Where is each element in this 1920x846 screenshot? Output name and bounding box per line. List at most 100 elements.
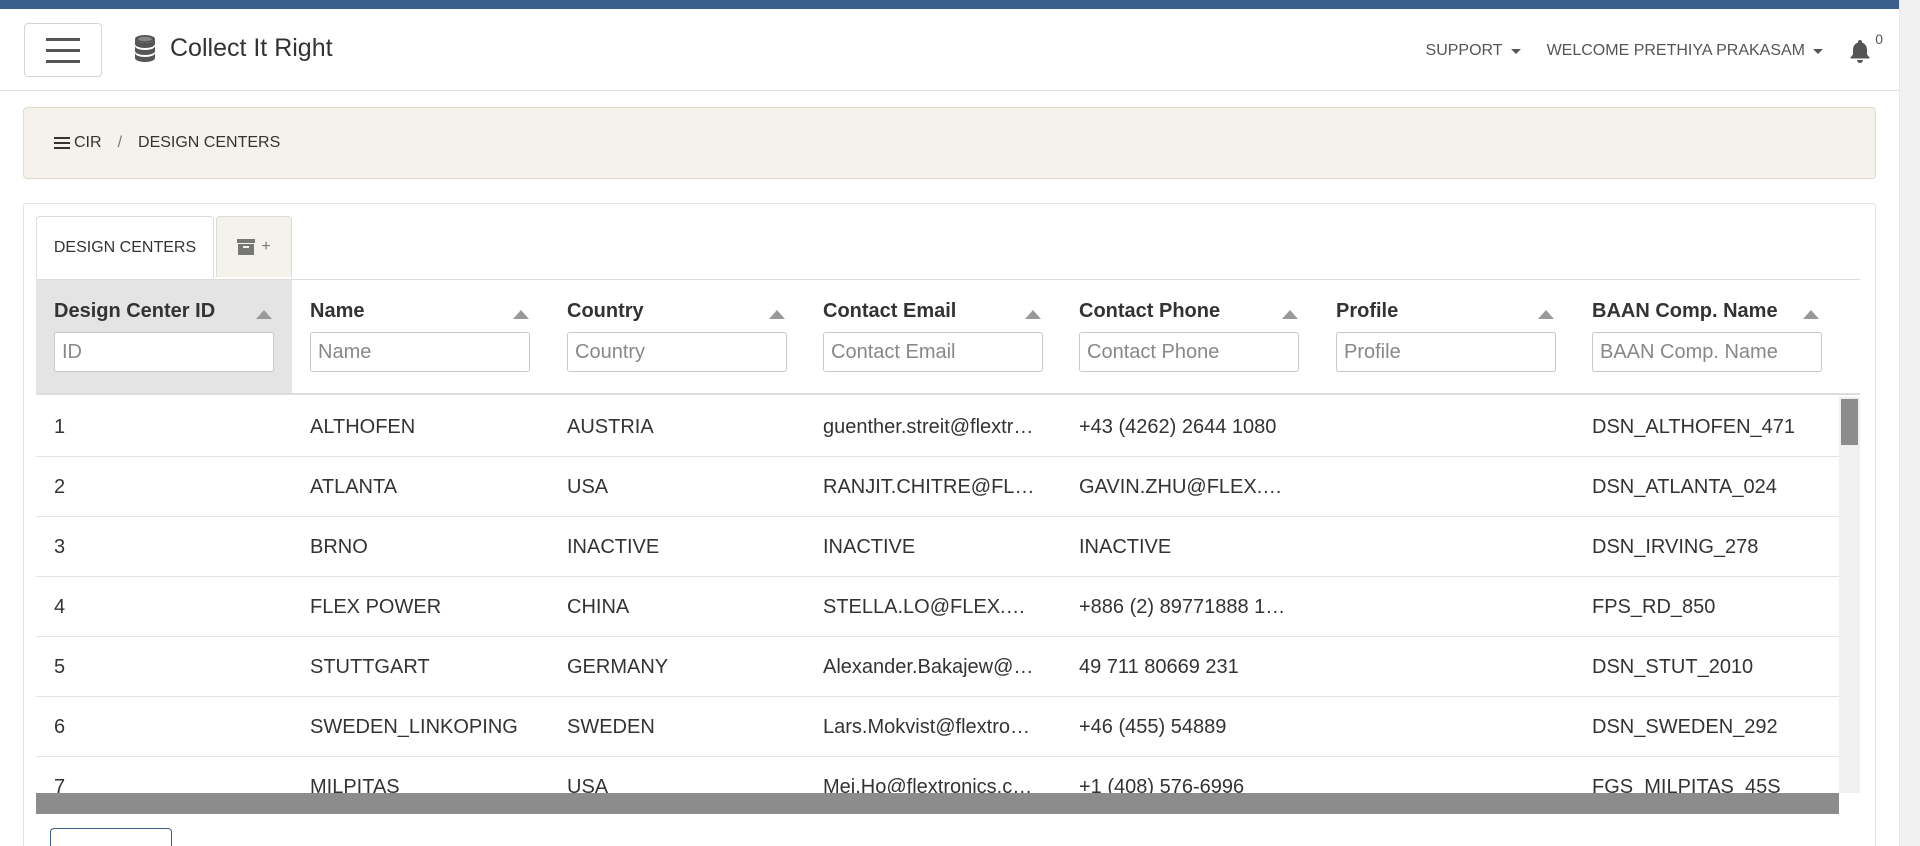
footer-action-button[interactable] [50, 828, 172, 846]
welcome-label: WELCOME PRETHIYA PRAKASAM [1546, 42, 1805, 59]
cell-id: 1 [54, 416, 66, 438]
column-header-email[interactable]: Contact Email [805, 280, 1061, 393]
grid-horizontal-scrollbar[interactable] [36, 793, 1839, 814]
top-accent-strip [0, 0, 1899, 9]
caret-down-icon [1813, 48, 1823, 54]
filter-id-input[interactable] [54, 332, 274, 372]
tab-design-centers[interactable]: DESIGN CENTERS [36, 216, 214, 278]
column-header-country[interactable]: Country [549, 280, 805, 393]
cell-baan: DSN_SWEDEN_292 [1592, 716, 1778, 738]
notification-count: 0 [1875, 31, 1883, 47]
filter-country-input[interactable] [567, 332, 787, 372]
filter-baan-input[interactable] [1592, 332, 1822, 372]
cell-baan: DSN_IRVING_278 [1592, 536, 1759, 558]
table-row[interactable]: 7 MILPITAS USA Mei.Ho@flextronics.c… +1 … [36, 757, 1839, 793]
cell-name: ATLANTA [310, 476, 398, 498]
column-label: Contact Phone [1079, 300, 1221, 322]
cell-baan: FPS_RD_850 [1592, 596, 1716, 618]
page-vertical-scrollbar[interactable] [1899, 0, 1920, 846]
brand-link[interactable]: Collect It Right [132, 33, 333, 63]
cell-baan: DSN_STUT_2010 [1592, 656, 1754, 678]
cell-phone: INACTIVE [1079, 536, 1172, 558]
menu-toggle-button[interactable] [24, 23, 102, 77]
coins-stack-icon [135, 35, 155, 62]
column-header-profile[interactable]: Profile [1318, 280, 1574, 393]
cell-name: SWEDEN_LINKOPING [310, 716, 518, 738]
column-label: Profile [1336, 300, 1399, 322]
table-row[interactable]: 1 ALTHOFEN AUSTRIA guenther.streit@flext… [36, 397, 1839, 457]
cell-profile [1318, 697, 1574, 757]
caret-down-icon [1510, 48, 1521, 54]
column-label: BAAN Comp. Name [1592, 300, 1778, 322]
column-header-baan[interactable]: BAAN Comp. Name [1574, 280, 1839, 393]
column-header-name[interactable]: Name [292, 280, 549, 393]
cell-name: ALTHOFEN [310, 416, 416, 438]
cell-email: STELLA.LO@FLEX.CO… [823, 596, 1040, 618]
sort-asc-icon[interactable] [513, 310, 529, 319]
grid-header-row: Design Center ID Name Country Contact Em… [36, 280, 1860, 395]
support-dropdown[interactable]: SUPPORT [1426, 42, 1521, 60]
breadcrumb-home-link[interactable]: CIR [54, 134, 102, 152]
table-row[interactable]: 3 BRNO INACTIVE INACTIVE INACTIVE DSN_IR… [36, 517, 1839, 577]
sort-asc-icon[interactable] [1025, 310, 1041, 319]
cell-phone: +886 (2) 89771888 1… [1079, 596, 1286, 618]
cell-phone: GAVIN.ZHU@FLEX.C… [1079, 476, 1296, 498]
table-row[interactable]: 5 STUTTGART GERMANY Alexander.Bakajew@… … [36, 637, 1839, 697]
cell-country: USA [567, 476, 609, 498]
cell-email: Mei.Ho@flextronics.c… [823, 776, 1033, 793]
column-label: Name [310, 300, 365, 322]
filter-name-input[interactable] [310, 332, 530, 372]
cell-name: MILPITAS [310, 776, 400, 793]
column-label: Design Center ID [54, 300, 216, 322]
cell-email: Lars.Mokvist@flextro… [823, 716, 1031, 738]
breadcrumb-current: DESIGN CENTERS [138, 134, 281, 151]
breadcrumb-home-label: CIR [74, 134, 102, 151]
filter-email-input[interactable] [823, 332, 1043, 372]
list-icon [54, 137, 70, 149]
cell-email: Alexander.Bakajew@… [823, 656, 1034, 678]
cell-country: USA [567, 776, 609, 793]
cell-phone: +46 (455) 54889 [1079, 716, 1227, 738]
bell-icon [1850, 40, 1870, 63]
column-label: Contact Email [823, 300, 957, 322]
sort-asc-icon[interactable] [1803, 310, 1819, 319]
cell-profile [1318, 757, 1574, 793]
navbar-right: SUPPORT WELCOME PRETHIYA PRAKASAM 0 [1426, 31, 1883, 65]
top-navbar: Collect It Right SUPPORT WELCOME PRETHIY… [0, 9, 1899, 91]
cell-phone: +43 (4262) 2644 1080 [1079, 416, 1277, 438]
hamburger-icon-line [46, 37, 80, 41]
sort-asc-icon[interactable] [256, 310, 272, 319]
grid-vertical-scroll-thumb[interactable] [1841, 399, 1858, 445]
cell-country: SWEDEN [567, 716, 655, 738]
breadcrumb: CIR / DESIGN CENTERS [23, 107, 1876, 179]
table-row[interactable]: 6 SWEDEN_LINKOPING SWEDEN Lars.Mokvist@f… [36, 697, 1839, 757]
notifications-button[interactable]: 0 [1849, 31, 1883, 65]
cell-email: INACTIVE [823, 536, 916, 558]
filter-phone-input[interactable] [1079, 332, 1299, 372]
user-dropdown[interactable]: WELCOME PRETHIYA PRAKASAM [1547, 42, 1823, 60]
column-header-id[interactable]: Design Center ID [36, 280, 292, 393]
cell-country: AUSTRIA [567, 416, 654, 438]
cell-baan: DSN_ALTHOFEN_471 [1592, 416, 1796, 438]
cell-name: STUTTGART [310, 656, 430, 678]
grid-vertical-scrollbar[interactable] [1839, 397, 1860, 793]
tab-add-archive[interactable]: + [216, 216, 292, 277]
sort-asc-icon[interactable] [1538, 310, 1554, 319]
tab-design-centers-label: DESIGN CENTERS [53, 238, 197, 256]
sort-asc-icon[interactable] [769, 310, 785, 319]
cell-profile [1318, 517, 1574, 577]
sort-asc-icon[interactable] [1282, 310, 1298, 319]
breadcrumb-separator: / [117, 134, 123, 151]
filter-profile-input[interactable] [1336, 332, 1556, 372]
column-header-phone[interactable]: Contact Phone [1061, 280, 1318, 393]
content-card: DESIGN CENTERS + Design Center ID Name [23, 203, 1876, 846]
hamburger-icon-line [46, 48, 80, 52]
cell-baan: FGS_MILPITAS_45S [1592, 776, 1781, 793]
table-row[interactable]: 4 FLEX POWER CHINA STELLA.LO@FLEX.CO… +8… [36, 577, 1839, 637]
cell-id: 7 [54, 776, 66, 793]
cell-id: 3 [54, 536, 66, 558]
cell-country: GERMANY [567, 656, 669, 678]
cell-id: 5 [54, 656, 66, 678]
table-row[interactable]: 2 ATLANTA USA RANJIT.CHITRE@FLE… GAVIN.Z… [36, 457, 1839, 517]
cell-country: INACTIVE [567, 536, 660, 558]
